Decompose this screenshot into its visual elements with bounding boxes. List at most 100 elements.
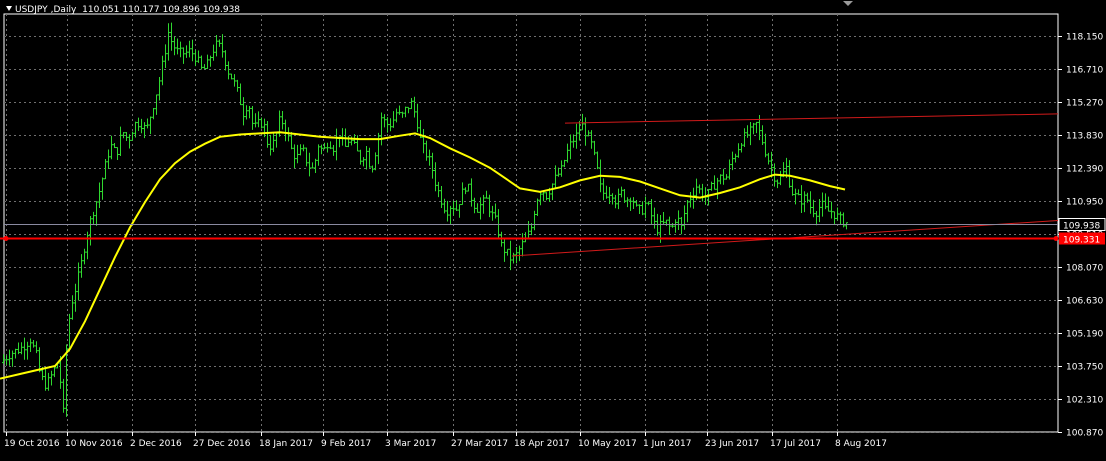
price-bar [788, 160, 791, 188]
price-bar [5, 355, 8, 366]
low-value: 109.896 [162, 5, 200, 15]
price-bar [374, 152, 377, 171]
y-tick-label: 116.710 [1066, 66, 1103, 76]
price-bar [215, 35, 218, 57]
price-bar [329, 141, 332, 150]
price-bar [416, 103, 419, 133]
price-bar [200, 55, 203, 70]
price-bar [227, 61, 230, 80]
price-bar [491, 205, 494, 221]
x-tick-label: 10 May 2017 [578, 439, 637, 449]
price-bar [581, 113, 584, 131]
y-tick-label: 105.190 [1066, 330, 1103, 340]
price-bar [647, 201, 650, 206]
price-bar [233, 74, 236, 87]
price-bar [182, 47, 185, 64]
chevron-down-icon[interactable] [6, 6, 12, 11]
price-bar [737, 143, 740, 158]
y-tick-label: 106.630 [1066, 297, 1103, 307]
price-bar [332, 144, 335, 156]
price-bar [494, 203, 497, 219]
price-bar [260, 117, 263, 129]
price-bar [749, 122, 752, 146]
price-bar [155, 94, 158, 115]
price-bar [296, 144, 299, 164]
price-bar [551, 183, 554, 201]
price-bar [179, 41, 182, 58]
price-bar [758, 114, 761, 141]
price-bar [224, 50, 227, 71]
price-bar [719, 174, 722, 185]
x-tick-label: 18 Jan 2017 [259, 439, 313, 449]
price-bar [752, 122, 755, 135]
y-tick-label: 112.390 [1066, 165, 1103, 175]
price-bar [53, 366, 56, 378]
price-bar [47, 372, 50, 391]
price-bar [197, 50, 200, 63]
price-bar [314, 158, 317, 173]
price-bar [101, 177, 104, 200]
price-bar [380, 112, 383, 146]
price-bar [668, 216, 671, 235]
price-bar [653, 207, 656, 229]
price-bar [710, 181, 713, 191]
price-bar [692, 187, 695, 209]
x-tick-label: 1 Jun 2017 [643, 439, 691, 449]
price-bar [830, 201, 833, 219]
price-bar [44, 367, 47, 391]
price-bar [104, 159, 107, 180]
price-bar [746, 125, 749, 138]
price-bar [602, 178, 605, 201]
price-bar [566, 143, 569, 163]
trend-line [564, 113, 1059, 124]
price-bar [257, 111, 260, 128]
price-bar [623, 189, 626, 203]
price-bar [239, 83, 242, 106]
price-bar [29, 338, 32, 352]
price-bar [422, 129, 425, 154]
price-bar [839, 211, 842, 225]
price-bar [362, 157, 365, 167]
price-bar [83, 248, 86, 265]
price-bar [77, 262, 80, 301]
price-bar [506, 248, 509, 256]
price-bar [311, 162, 314, 169]
chart-canvas[interactable]: 118.150 116.710 115.270 113.830 112.390 110.9… [0, 0, 1106, 457]
price-bar [683, 205, 686, 230]
price-bar [557, 167, 560, 177]
price-bar [593, 140, 596, 156]
chart-area[interactable]: 118.150 116.710 115.270 113.830 112.390 110.9… [0, 0, 1106, 457]
price-bar [479, 197, 482, 220]
price-bar [119, 126, 122, 157]
price-bar [425, 140, 428, 161]
price-bar [161, 55, 164, 86]
y-tick-label: 118.150 [1066, 33, 1103, 43]
price-bar [452, 200, 455, 216]
price-bar [815, 210, 818, 226]
price-bar [632, 197, 635, 210]
price-bar [158, 77, 161, 101]
price-bar [404, 106, 407, 118]
price-bar [35, 341, 38, 354]
price-bar [776, 179, 779, 189]
price-bar [734, 153, 737, 163]
price-bar [707, 188, 710, 206]
price-bar [473, 197, 476, 214]
price-bar [266, 121, 269, 148]
price-bar [617, 188, 620, 210]
price-bar [284, 119, 287, 142]
x-tick-label: 19 Oct 2016 [4, 439, 60, 449]
y-tick-label: 103.750 [1066, 363, 1103, 373]
price-bar [185, 45, 188, 58]
price-bar [89, 216, 92, 246]
price-bar [107, 149, 110, 169]
price-bar [62, 378, 65, 413]
price-bar [389, 118, 392, 132]
price-bar [365, 145, 368, 170]
price-bar [620, 186, 623, 198]
price-bar [524, 232, 527, 243]
y-tick-label: 113.830 [1066, 132, 1103, 142]
price-bars [2, 22, 848, 417]
price-bar [674, 219, 677, 233]
price-bar [542, 191, 545, 202]
